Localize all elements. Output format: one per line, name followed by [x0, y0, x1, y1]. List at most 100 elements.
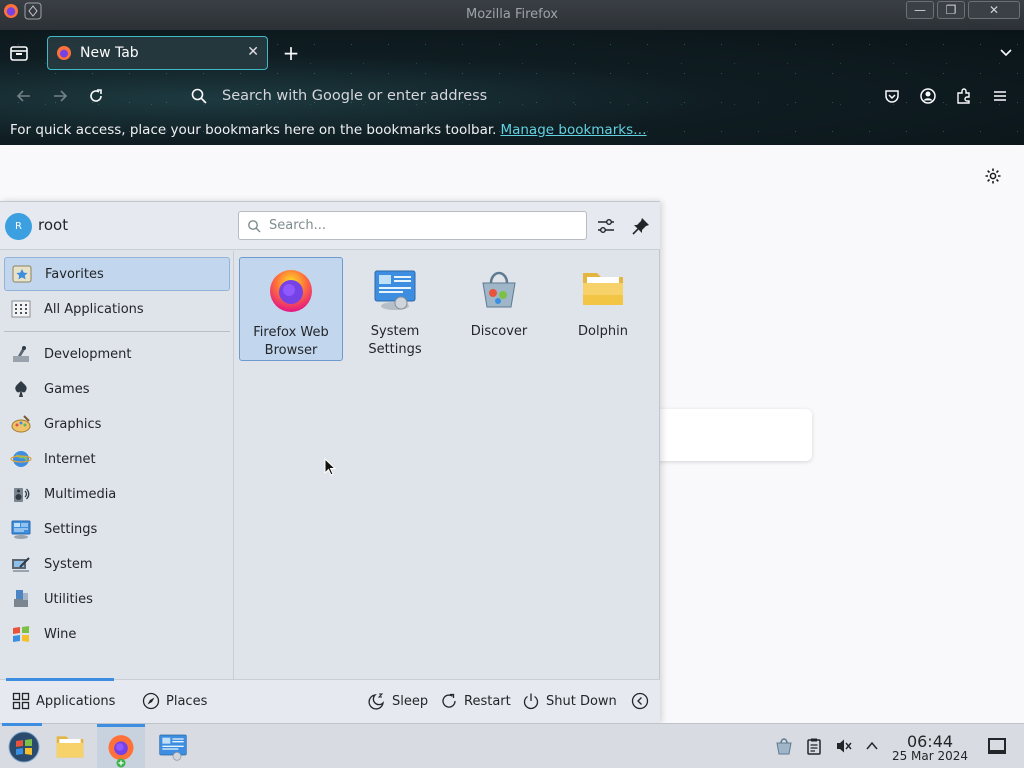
task-firefox[interactable]: [97, 724, 145, 768]
url-bar[interactable]: [180, 80, 860, 112]
firefox-icon: [270, 270, 312, 312]
tray-updates[interactable]: [774, 736, 794, 756]
reload-icon: [90, 89, 102, 102]
chevron-down-icon: [1000, 49, 1012, 57]
favorite-label: System Settings: [368, 324, 422, 357]
shutdown-button[interactable]: Shut Down: [522, 692, 617, 710]
category-label: Utilities: [44, 591, 93, 607]
firefox-view-icon: [10, 46, 28, 61]
avatar[interactable]: R: [5, 213, 32, 240]
settings-icon: [11, 520, 31, 539]
system-settings-icon: [159, 734, 187, 761]
tab-places-label: Places: [166, 693, 208, 709]
sleep-label: Sleep: [392, 693, 429, 709]
search-icon: [248, 219, 261, 232]
window-titlebar[interactable]: Mozilla Firefox — ❐ ✕: [0, 0, 1024, 30]
username: root: [38, 216, 69, 234]
active-tab-indicator: [6, 678, 114, 681]
multimedia-icon: [14, 488, 30, 502]
forward-button[interactable]: [48, 84, 72, 108]
pin-launcher-button[interactable]: [630, 215, 652, 237]
firefox-toolbar-area: New Tab ✕ + Search with Google or enter …: [0, 30, 1024, 145]
sidebar-item-all-applications[interactable]: All Applications: [4, 292, 230, 326]
sidebar-item-internet[interactable]: Internet: [4, 442, 230, 476]
minimize-button[interactable]: —: [906, 1, 934, 19]
sidebar-item-multimedia[interactable]: Multimedia: [4, 477, 230, 511]
tray-volume[interactable]: [834, 736, 854, 756]
bookmarks-toolbar: For quick access, place your bookmarks h…: [0, 119, 1024, 141]
sleep-button[interactable]: Sleep: [368, 692, 428, 710]
firefox-icon: [108, 734, 134, 760]
utilities-icon: [14, 590, 28, 607]
sidebar-item-graphics[interactable]: Graphics: [4, 407, 230, 441]
discover-tray-icon: [776, 738, 792, 755]
url-input[interactable]: [222, 88, 822, 104]
all-applications-icon: [11, 300, 31, 318]
sidebar-item-system[interactable]: System: [4, 547, 230, 581]
arrow-right-icon: [54, 90, 68, 102]
sidebar-item-favorites[interactable]: Favorites: [4, 257, 230, 291]
personalize-new-tab-button[interactable]: [984, 167, 1002, 185]
start-menu-icon: [8, 731, 40, 762]
favorite-dolphin[interactable]: Dolphin: [551, 257, 655, 361]
sidebar-item-utilities[interactable]: Utilities: [4, 582, 230, 616]
category-label: Games: [44, 381, 90, 397]
firefox-view-button[interactable]: [8, 42, 30, 64]
dolphin-folder-icon: [583, 273, 623, 305]
restart-icon: [442, 693, 456, 708]
restart-button[interactable]: Restart: [440, 692, 511, 710]
category-label: Internet: [44, 451, 96, 467]
clock-date[interactable]: 25 Mar 2024: [884, 749, 976, 763]
puzzle-icon: [957, 88, 970, 104]
start-menu-button[interactable]: [0, 725, 48, 768]
task-dolphin[interactable]: [46, 725, 94, 768]
sidebar-item-games[interactable]: Games: [4, 372, 230, 406]
show-desktop-button[interactable]: [988, 738, 1006, 754]
power-icon: [523, 693, 539, 710]
tab-applications[interactable]: Applications: [12, 692, 115, 710]
new-tab-button[interactable]: +: [281, 41, 301, 65]
account-icon: [920, 88, 936, 104]
badge-plus-icon: [116, 758, 126, 768]
pin-icon: [632, 218, 649, 235]
sidebar-item-wine[interactable]: Wine: [4, 617, 230, 651]
back-button[interactable]: [12, 84, 36, 108]
favorite-discover[interactable]: Discover: [447, 257, 551, 361]
close-tab-icon[interactable]: ✕: [247, 44, 259, 60]
list-all-tabs-button[interactable]: [998, 44, 1014, 64]
launcher-search-field[interactable]: [238, 211, 587, 240]
search-icon: [191, 88, 207, 104]
launcher-search-input[interactable]: [269, 218, 569, 233]
category-label: Graphics: [44, 416, 102, 432]
close-window-button[interactable]: ✕: [968, 1, 1020, 19]
manage-bookmarks-link[interactable]: Manage bookmarks…: [500, 122, 646, 138]
task-system-settings[interactable]: [149, 725, 197, 768]
tab-places[interactable]: Places: [142, 692, 207, 710]
category-label: Settings: [44, 521, 98, 537]
sidebar-item-development[interactable]: Development: [4, 337, 230, 371]
tab-strip: New Tab ✕ +: [0, 30, 1024, 74]
app-menu-button[interactable]: [988, 84, 1012, 108]
account-button[interactable]: [916, 84, 940, 108]
tray-expand[interactable]: [862, 736, 882, 756]
favorite-firefox[interactable]: Firefox Web Browser: [239, 257, 343, 361]
extensions-button[interactable]: [952, 84, 976, 108]
sidebar-item-settings[interactable]: Settings: [4, 512, 230, 546]
chevron-left-circle-icon: [631, 692, 649, 710]
tab-new-tab[interactable]: New Tab ✕: [47, 36, 268, 70]
reload-button[interactable]: [84, 84, 108, 108]
tab-applications-label: Applications: [36, 693, 116, 709]
favorite-system-settings[interactable]: System Settings: [343, 257, 447, 361]
maximize-button[interactable]: ❐: [937, 1, 965, 19]
system-icon: [12, 557, 30, 572]
more-power-options-button[interactable]: [631, 692, 655, 710]
category-label: All Applications: [44, 301, 144, 317]
discover-icon: [482, 271, 516, 308]
pocket-button[interactable]: [880, 84, 904, 108]
configure-launcher-button[interactable]: [595, 215, 617, 237]
tray-clipboard[interactable]: [804, 736, 824, 756]
clipboard-icon: [807, 738, 821, 755]
restart-label: Restart: [464, 693, 511, 709]
tab-label: New Tab: [80, 45, 139, 61]
firefox-icon: [57, 46, 71, 60]
